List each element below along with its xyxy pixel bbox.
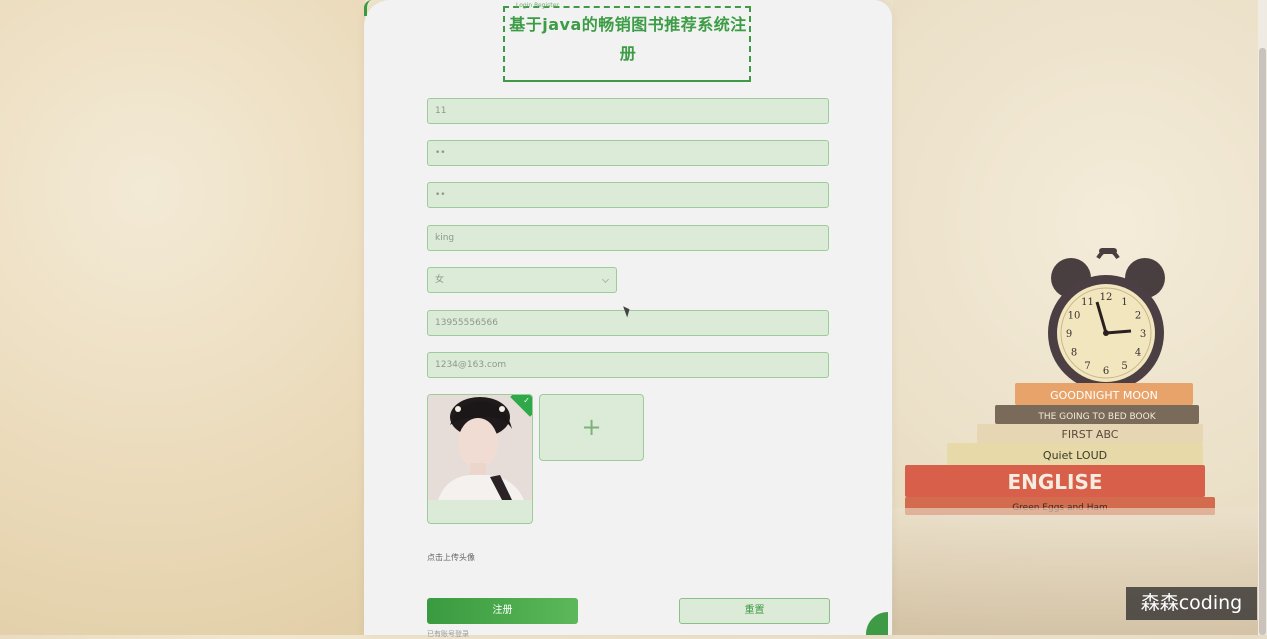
clock-numeral: 7	[1084, 361, 1090, 372]
scrollbar-thumb[interactable]	[1259, 48, 1266, 635]
clock-numeral: 4	[1135, 348, 1141, 359]
register-button[interactable]: 注册	[427, 598, 578, 624]
clock-numeral: 3	[1140, 329, 1146, 340]
clock-numeral: 1	[1121, 297, 1127, 308]
clock-numeral: 12	[1100, 292, 1113, 303]
left-background	[0, 0, 365, 635]
chevron-down-icon	[601, 275, 610, 284]
login-link[interactable]: 已有账号登录	[427, 629, 469, 639]
clock-numeral: 6	[1103, 366, 1109, 377]
video-watermark: 森森coding	[1126, 587, 1257, 620]
email-field[interactable]: 1234@163.com	[427, 352, 829, 378]
clock-numeral: 8	[1071, 348, 1077, 359]
book-spine-text: ENGLISE	[1007, 470, 1102, 494]
avatar-image	[428, 395, 532, 500]
book-spine-text: THE GOING TO BED BOOK	[1037, 412, 1156, 422]
username-field[interactable]: 11	[427, 98, 829, 124]
gender-select-value: 女	[435, 275, 445, 285]
check-icon: ✓	[523, 396, 530, 405]
title-tag: Login Register	[516, 2, 559, 9]
page-scrollbar[interactable]	[1258, 0, 1267, 635]
panel-corner-accent	[364, 0, 375, 16]
book-spine-text: FIRST ABC	[1062, 428, 1119, 441]
clock-numeral: 11	[1081, 297, 1094, 308]
confirm-password-field[interactable]: ••	[427, 182, 829, 208]
book-spine-text: Quiet LOUD	[1043, 449, 1107, 462]
clock-books-illustration: 12 12 3 45 6 78 9 1011 GOODNIGHT MOON THE GOING…	[905, 248, 1215, 515]
avatar-upload-button[interactable]: +	[539, 394, 644, 461]
clock-numeral: 9	[1066, 329, 1072, 340]
avatar-preview-card[interactable]: ✓	[427, 394, 533, 524]
name-field[interactable]: king	[427, 225, 829, 251]
avatar-upload-hint: 点击上传头像	[427, 553, 475, 562]
clock-numeral: 10	[1068, 311, 1081, 322]
page-title: 基于java的畅销图书推荐系统注册	[509, 15, 747, 63]
password-field[interactable]: ••	[427, 140, 829, 166]
gender-select[interactable]: 女	[427, 267, 617, 293]
clock-numeral: 5	[1121, 361, 1127, 372]
book-spine-text: GOODNIGHT MOON	[1050, 389, 1158, 402]
plus-icon: +	[581, 413, 602, 441]
clock-numeral: 2	[1135, 311, 1141, 322]
reset-button[interactable]: 重置	[679, 598, 830, 624]
